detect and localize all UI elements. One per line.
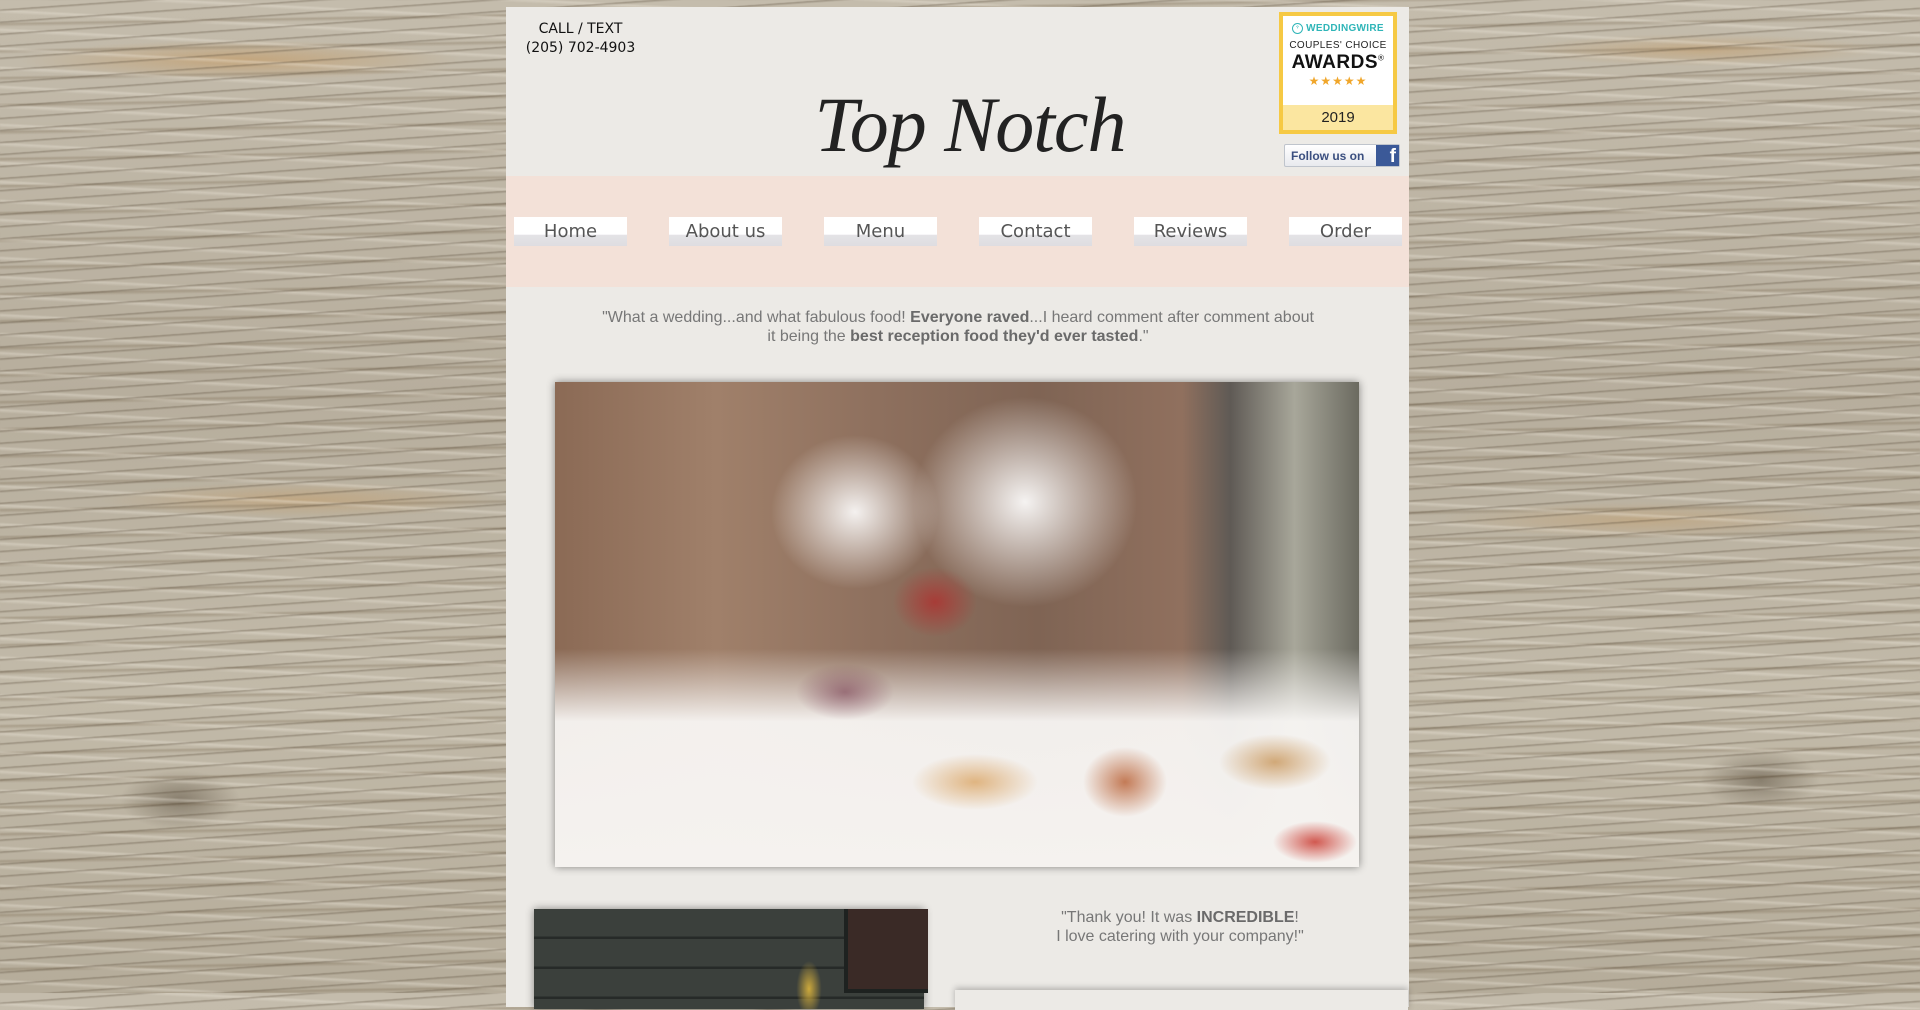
fruit-stand-photo — [534, 909, 928, 1009]
facebook-follow-label: Follow us on — [1291, 148, 1365, 163]
phone-contact: CALL / TEXT (205) 702-4903 — [518, 20, 643, 58]
testimonial-1: "What a wedding...and what fabulous food… — [596, 308, 1320, 346]
facebook-icon: f — [1376, 145, 1399, 166]
award-title: AWARDS — [1291, 52, 1378, 73]
nav-about-us[interactable]: About us — [669, 217, 782, 246]
award-line1: COUPLES' CHOICE — [1289, 40, 1387, 51]
award-line2: AWARDS® — [1283, 52, 1393, 74]
weddingwire-brand-text: WEDDINGWIRE — [1306, 23, 1384, 34]
nav-contact[interactable]: Contact — [979, 217, 1092, 246]
testimonial-2-emphasis: INCREDIBLE — [1196, 909, 1295, 926]
award-year: 2019 — [1283, 105, 1393, 130]
testimonial-2-line2: I love catering with your company!" — [1056, 928, 1304, 945]
call-text-label: CALL / TEXT — [538, 21, 623, 37]
buffet-photo — [555, 382, 1359, 867]
weddingwire-logo-icon: ♆ — [1292, 23, 1304, 34]
testimonial-1-part: "What a wedding...and what fabulous food… — [602, 309, 911, 326]
testimonial-2-part: "Thank you! It was — [1061, 909, 1197, 926]
phone-number[interactable]: (205) 702-4903 — [518, 39, 643, 58]
lower-content-panel — [955, 990, 1408, 1010]
nav-menu[interactable]: Menu — [824, 217, 937, 246]
testimonial-1-emphasis: best reception food they'd ever tasted — [850, 328, 1139, 345]
star-rating-icon: ★★★★★ — [1308, 74, 1368, 88]
testimonial-1-part: ." — [1138, 328, 1149, 345]
weddingwire-brand: ♆ WEDDINGWIRE — [1283, 23, 1393, 34]
weddingwire-award-badge[interactable]: ♆ WEDDINGWIRE COUPLES' CHOICE AWARDS® ★★… — [1279, 12, 1397, 134]
nav-reviews[interactable]: Reviews — [1134, 217, 1247, 246]
facebook-follow-button[interactable]: Follow us on f — [1284, 144, 1400, 167]
nav-home[interactable]: Home — [514, 217, 627, 246]
testimonial-2: "Thank you! It was INCREDIBLE! I love ca… — [1010, 908, 1350, 946]
main-navigation: Home About us Menu Contact Reviews Order — [506, 176, 1409, 287]
registered-mark: ® — [1378, 53, 1385, 63]
testimonial-2-line1: "Thank you! It was INCREDIBLE! — [1010, 908, 1350, 927]
testimonial-2-part: ! — [1294, 909, 1299, 926]
testimonial-1-emphasis: Everyone raved — [910, 309, 1030, 326]
nav-order[interactable]: Order — [1289, 217, 1402, 246]
